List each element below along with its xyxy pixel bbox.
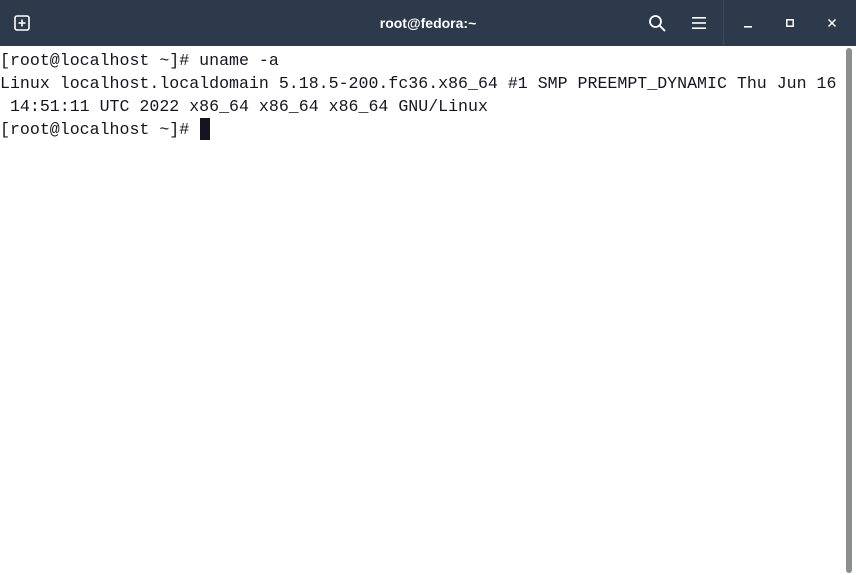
- main-menu-button[interactable]: [678, 0, 720, 46]
- close-icon: [827, 18, 837, 28]
- new-tab-button[interactable]: [0, 0, 44, 46]
- vertical-scrollbar[interactable]: [844, 46, 856, 575]
- terminal-prompt-line[interactable]: [root@localhost ~]#: [0, 118, 211, 141]
- minimize-icon: [744, 26, 752, 28]
- scrollbar-thumb[interactable]: [846, 48, 852, 573]
- terminal-line: Linux localhost.localdomain 5.18.5-200.f…: [0, 74, 837, 93]
- header-bar: root@fedora:~: [0, 0, 856, 46]
- close-button[interactable]: [811, 0, 853, 46]
- new-tab-icon: [14, 15, 30, 31]
- header-divider: [723, 0, 724, 46]
- terminal-window: root@fedora:~ [root@localhost ~]# uname …: [0, 0, 856, 575]
- terminal-output[interactable]: [root@localhost ~]# uname -a Linux local…: [0, 46, 844, 575]
- terminal-line: 14:51:11 UTC 2022 x86_64 x86_64 x86_64 G…: [0, 97, 488, 116]
- minimize-button[interactable]: [727, 0, 769, 46]
- terminal-line: [root@localhost ~]# uname -a: [0, 51, 279, 70]
- search-icon: [649, 15, 666, 32]
- text-cursor: [200, 118, 211, 140]
- search-button[interactable]: [636, 0, 678, 46]
- prompt-text: [root@localhost ~]#: [0, 120, 200, 139]
- maximize-button[interactable]: [769, 0, 811, 46]
- hamburger-menu-icon: [692, 17, 706, 29]
- maximize-icon: [786, 19, 794, 27]
